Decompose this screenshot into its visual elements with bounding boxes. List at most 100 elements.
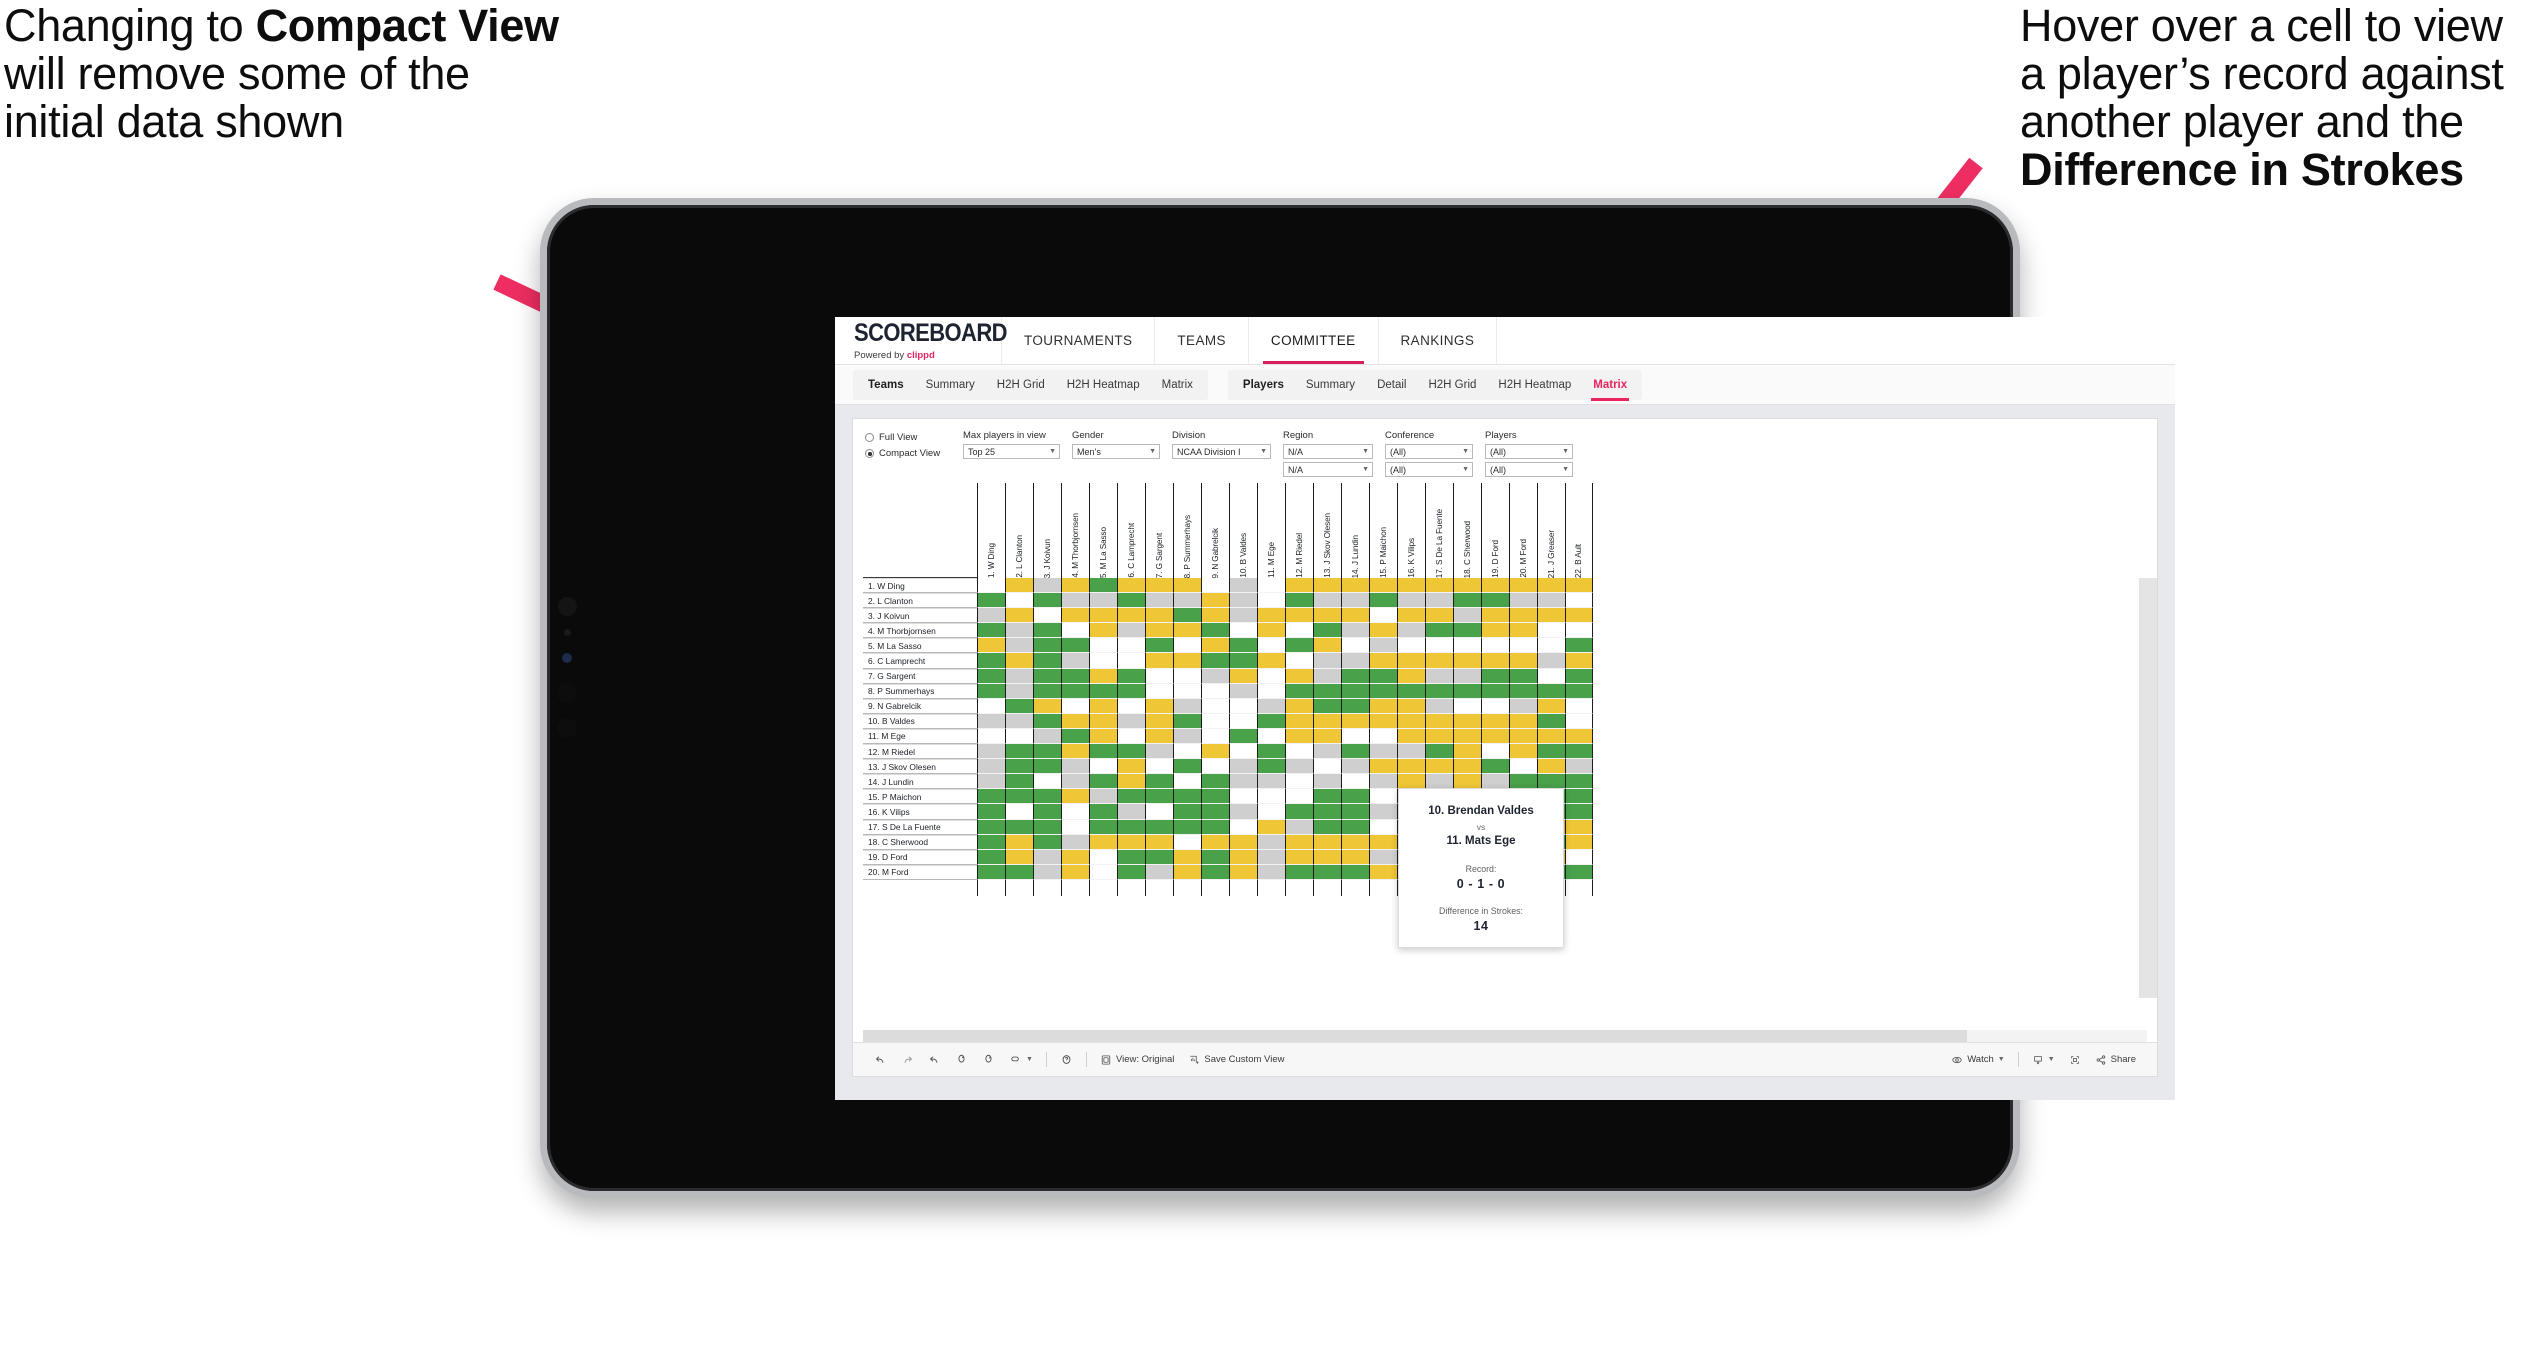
- matrix-cell[interactable]: [1005, 849, 1033, 865]
- matrix-row-label[interactable]: 5. M La Sasso: [863, 638, 977, 654]
- matrix-row-label[interactable]: 20. M Ford: [863, 864, 977, 880]
- matrix-cell[interactable]: [1033, 668, 1061, 684]
- matrix-cell[interactable]: [1341, 653, 1369, 669]
- matrix-cell[interactable]: [1229, 834, 1257, 850]
- matrix-column-header[interactable]: 11. M Ege: [1257, 483, 1285, 578]
- matrix-cell[interactable]: [1425, 638, 1453, 654]
- matrix-cell[interactable]: [1201, 623, 1229, 639]
- matrix-cell[interactable]: [1285, 623, 1313, 639]
- nav-item-tournaments[interactable]: TOURNAMENTS: [1002, 317, 1156, 364]
- matrix-column-header[interactable]: 20. M Ford: [1509, 483, 1537, 578]
- matrix-cell[interactable]: [1005, 789, 1033, 805]
- matrix-cell[interactable]: [1425, 759, 1453, 775]
- matrix-cell[interactable]: [1201, 834, 1229, 850]
- filter-division-select[interactable]: NCAA Division I ▼: [1172, 444, 1271, 459]
- matrix-cell[interactable]: [1481, 638, 1509, 654]
- matrix-cell[interactable]: [1369, 804, 1397, 820]
- matrix-cell[interactable]: [1173, 668, 1201, 684]
- matrix-cell[interactable]: [1033, 728, 1061, 745]
- matrix-cell[interactable]: [1425, 713, 1453, 729]
- matrix-cell[interactable]: [1117, 728, 1145, 745]
- matrix-cell[interactable]: [1005, 744, 1033, 760]
- matrix-cell[interactable]: [1145, 653, 1173, 669]
- matrix-cell[interactable]: [1397, 713, 1425, 729]
- matrix-cell[interactable]: [1565, 638, 1593, 654]
- matrix-cell[interactable]: [1313, 713, 1341, 729]
- matrix-cell[interactable]: [1005, 804, 1033, 820]
- matrix-cell[interactable]: [1285, 713, 1313, 729]
- matrix-cell[interactable]: [1145, 623, 1173, 639]
- matrix-cell[interactable]: [1117, 683, 1145, 699]
- nav-item-teams[interactable]: TEAMS: [1155, 317, 1249, 364]
- matrix-cell[interactable]: [1285, 789, 1313, 805]
- matrix-cell[interactable]: [1341, 759, 1369, 775]
- matrix-cell[interactable]: [977, 578, 1005, 594]
- matrix-cell[interactable]: [1201, 864, 1229, 880]
- matrix-cell[interactable]: [977, 744, 1005, 760]
- matrix-cell[interactable]: [1565, 819, 1593, 835]
- matrix-cell[interactable]: [1229, 864, 1257, 880]
- matrix-row-label[interactable]: 19. D Ford: [863, 849, 977, 865]
- matrix-cell[interactable]: [1229, 759, 1257, 775]
- matrix-cell[interactable]: [1173, 774, 1201, 790]
- matrix-cell[interactable]: [1509, 744, 1537, 760]
- matrix-cell[interactable]: [1313, 864, 1341, 880]
- matrix-cell[interactable]: [1257, 864, 1285, 880]
- matrix-cell[interactable]: [1509, 713, 1537, 729]
- matrix-cell[interactable]: [1033, 578, 1061, 594]
- matrix-cell[interactable]: [977, 728, 1005, 745]
- matrix-cell[interactable]: [1341, 864, 1369, 880]
- pause-button[interactable]: ▼: [1002, 1053, 1040, 1066]
- matrix-cell[interactable]: [1229, 623, 1257, 639]
- help-button[interactable]: [1053, 1053, 1080, 1066]
- matrix-cell[interactable]: [1173, 804, 1201, 820]
- matrix-cell[interactable]: [1145, 744, 1173, 760]
- matrix-cell[interactable]: [1453, 759, 1481, 775]
- matrix-cell[interactable]: [1537, 668, 1565, 684]
- matrix-cell[interactable]: [1509, 578, 1537, 594]
- matrix-cell[interactable]: [1201, 578, 1229, 594]
- matrix-row-label[interactable]: 11. M Ege: [863, 728, 977, 745]
- nav-item-committee[interactable]: COMMITTEE: [1249, 317, 1379, 364]
- matrix-cell[interactable]: [1173, 608, 1201, 624]
- matrix-cell[interactable]: [1005, 578, 1033, 594]
- matrix-cell[interactable]: [1313, 593, 1341, 609]
- matrix-cell[interactable]: [1341, 728, 1369, 745]
- matrix-cell[interactable]: [1481, 683, 1509, 699]
- matrix-cell[interactable]: [1257, 804, 1285, 820]
- matrix-cell[interactable]: [1229, 578, 1257, 594]
- matrix-cell[interactable]: [1313, 804, 1341, 820]
- matrix-cell[interactable]: [1453, 698, 1481, 714]
- matrix-cell[interactable]: [1565, 834, 1593, 850]
- matrix-cell[interactable]: [1537, 653, 1565, 669]
- matrix-cell[interactable]: [1061, 819, 1089, 835]
- matrix-cell[interactable]: [1145, 728, 1173, 745]
- matrix-cell[interactable]: [1397, 578, 1425, 594]
- matrix-cell[interactable]: [1369, 774, 1397, 790]
- matrix-cell[interactable]: [1089, 789, 1117, 805]
- filter-conference-select[interactable]: (All) ▼: [1385, 444, 1473, 459]
- matrix-column-header[interactable]: 13. J Skov Olesen: [1313, 483, 1341, 578]
- matrix-cell[interactable]: [1509, 728, 1537, 745]
- matrix-cell[interactable]: [1173, 819, 1201, 835]
- matrix-cell[interactable]: [1285, 849, 1313, 865]
- matrix-cell[interactable]: [1005, 593, 1033, 609]
- matrix-cell[interactable]: [1229, 819, 1257, 835]
- matrix-column-header[interactable]: 21. J Greaser: [1537, 483, 1565, 578]
- matrix-cell[interactable]: [1145, 698, 1173, 714]
- matrix-cell[interactable]: [1313, 578, 1341, 594]
- matrix-cell[interactable]: [1285, 668, 1313, 684]
- matrix-column-header[interactable]: 22. B Ault: [1565, 483, 1593, 578]
- matrix-cell[interactable]: [1061, 834, 1089, 850]
- matrix-cell[interactable]: [1145, 638, 1173, 654]
- matrix-cell[interactable]: [1257, 713, 1285, 729]
- matrix-cell[interactable]: [1173, 728, 1201, 745]
- matrix-cell[interactable]: [1005, 683, 1033, 699]
- matrix-cell[interactable]: [1145, 683, 1173, 699]
- matrix-cell[interactable]: [1173, 698, 1201, 714]
- matrix-cell[interactable]: [977, 623, 1005, 639]
- matrix-column-header[interactable]: 6. C Lamprecht: [1117, 483, 1145, 578]
- matrix-cell[interactable]: [1061, 789, 1089, 805]
- matrix-cell[interactable]: [1537, 608, 1565, 624]
- matrix-cell[interactable]: [1565, 653, 1593, 669]
